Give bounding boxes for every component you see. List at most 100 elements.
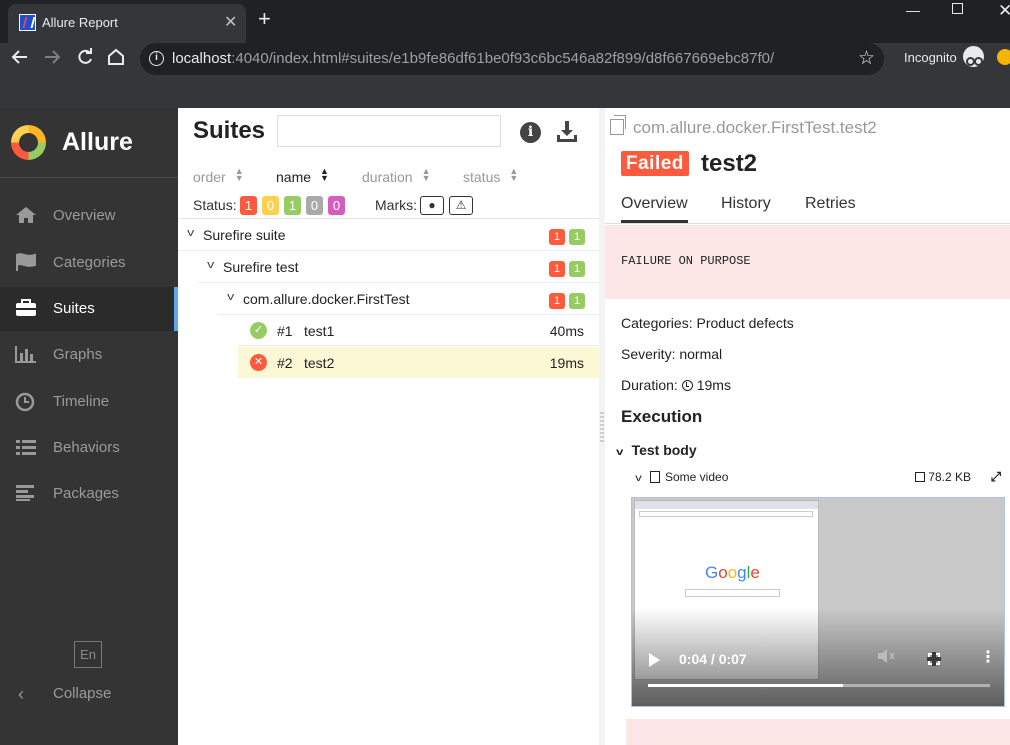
sidebar-item-overview[interactable]: Overview (0, 194, 178, 238)
tab-overview[interactable]: Overview (621, 195, 688, 223)
minimize-button[interactable]: — (906, 2, 920, 18)
sidebar-item-packages[interactable]: Packages (0, 472, 178, 516)
row-counts: 11 (545, 259, 585, 277)
expand-icon[interactable]: ⤢ (991, 469, 1001, 485)
sort-by-order[interactable]: order ▲ ▼ (193, 167, 244, 186)
status-badge: Failed (621, 151, 689, 176)
tree-row-label: com.allure.docker.FirstTest (243, 291, 410, 307)
browser-tab-strip: Allure Report ✕ + — ✕ (0, 0, 1010, 43)
url-text[interactable]: localhost:4040/index.html#suites/e1b9fe8… (172, 50, 774, 67)
sidebar-item-label: Overview (53, 207, 116, 224)
reload-icon[interactable] (75, 47, 95, 73)
align-left-icon (15, 484, 37, 504)
check-circle-icon: ✓ (250, 322, 267, 339)
browser-toolbar: i localhost:4040/index.html#suites/e1b9f… (0, 43, 1010, 108)
play-icon[interactable] (649, 653, 660, 667)
page-title: Suites (193, 117, 266, 144)
collapse-label: Collapse (53, 685, 112, 702)
marks-label: Marks: (375, 197, 417, 213)
tab-history[interactable]: History (721, 195, 771, 213)
allure-favicon-icon (19, 14, 36, 31)
tab-retries[interactable]: Retries (805, 195, 856, 213)
tree-row-label: Surefire suite (203, 227, 286, 243)
window-close-button[interactable]: ✕ (998, 1, 1010, 21)
chevron-left-icon: ‹ (18, 684, 24, 704)
video-player[interactable]: Google 0:04 / 0:07 ⋮ (631, 497, 1005, 707)
allure-logo-icon (11, 125, 46, 160)
browser-tab[interactable]: Allure Report ✕ (8, 4, 246, 43)
video-progress-bar[interactable] (648, 684, 990, 687)
status-passed-toggle[interactable]: 1 (284, 196, 301, 215)
attachment-size: 78.2 KB (915, 470, 971, 484)
sidebar-item-behaviors[interactable]: Behaviors (0, 426, 178, 470)
failure-message-box: FAILURE ON PURPOSE (605, 225, 1010, 299)
test-full-path: com.allure.docker.FirstTest.test2 (610, 115, 877, 138)
brand[interactable]: Allure (0, 108, 178, 178)
warning-icon[interactable]: ⚠ (449, 196, 473, 215)
status-skipped-toggle[interactable]: 0 (306, 196, 323, 215)
sidebar-item-label: Packages (53, 485, 119, 502)
maximize-button[interactable] (952, 3, 963, 14)
forward-arrow-icon[interactable] (42, 47, 62, 73)
incognito-icon[interactable] (963, 46, 984, 67)
tree-row[interactable]: v com.allure.docker.FirstTest 11 (218, 283, 599, 315)
tree-row[interactable]: v Surefire test 11 (198, 251, 599, 283)
sidebar-item-categories[interactable]: Categories (0, 241, 178, 285)
sidebar-item-label: Behaviors (53, 439, 120, 456)
bookmark-star-icon[interactable]: ☆ (858, 47, 875, 70)
status-broken-toggle[interactable]: 0 (262, 196, 279, 215)
test-number: #2 (277, 355, 293, 371)
sort-by-name[interactable]: name ▲ ▼ (276, 167, 329, 186)
video-progress-fill (648, 684, 843, 687)
detail-tabs: Overview History Retries (605, 188, 1010, 224)
sidebar-item-suites[interactable]: Suites (0, 287, 178, 331)
test-row-test2[interactable]: ✕ #2 test2 19ms (238, 347, 599, 378)
back-arrow-icon[interactable] (10, 47, 30, 73)
search-input[interactable] (277, 115, 501, 147)
test-body-toggle[interactable]: v Test body (616, 442, 696, 458)
test-row-test1[interactable]: ✓ #1 test1 40ms (238, 315, 599, 346)
severity-line: Severity: normal (621, 346, 723, 362)
download-icon[interactable] (555, 120, 579, 144)
extension-icon[interactable] (997, 49, 1010, 65)
new-tab-button[interactable]: + (258, 8, 271, 30)
tree-row[interactable]: v Surefire suite 11 (178, 219, 599, 251)
x-circle-icon: ✕ (250, 354, 267, 371)
clock-icon (15, 392, 37, 412)
sidebar-item-graphs[interactable]: Graphs (0, 333, 178, 377)
allure-sidebar: Allure Overview Categories Suites Graphs… (0, 108, 178, 745)
home-icon[interactable] (106, 47, 126, 73)
status-unknown-toggle[interactable]: 0 (328, 196, 345, 215)
video-time: 0:04 / 0:07 (679, 651, 747, 667)
site-info-icon[interactable]: i (149, 51, 164, 66)
incognito-label: Incognito (904, 50, 957, 65)
sort-by-status[interactable]: status ▲ ▼ (463, 167, 518, 186)
info-icon[interactable]: i (520, 122, 541, 143)
sort-by-duration[interactable]: duration ▲ ▼ (362, 167, 431, 186)
list-icon (15, 438, 37, 458)
test-detail-pane: com.allure.docker.FirstTest.test2 Failed… (605, 108, 1010, 745)
address-bar[interactable]: i localhost:4040/index.html#suites/e1b9f… (140, 43, 884, 75)
fullscreen-icon[interactable] (927, 652, 941, 666)
test-title: test2 (701, 150, 758, 177)
mute-icon[interactable] (877, 648, 895, 668)
tree-row-label: Surefire test (223, 259, 299, 275)
clock-icon (681, 380, 693, 391)
failure-message: FAILURE ON PURPOSE (621, 254, 751, 268)
language-button[interactable]: En (74, 641, 102, 668)
attachment-row[interactable]: v Some video 78.2 KB ⤢ (635, 469, 1001, 488)
more-options-icon[interactable]: ⋮ (980, 647, 996, 667)
duration-line: Duration: 19ms (621, 377, 731, 393)
test-duration: 19ms (549, 355, 584, 371)
chevron-down-icon: v (227, 291, 235, 303)
sort-header: order ▲ ▼ name ▲ ▼ duration ▲ ▼ status ▲ ▼ (178, 167, 599, 190)
tab-close-icon[interactable]: ✕ (224, 12, 237, 32)
sidebar-item-timeline[interactable]: Timeline (0, 380, 178, 424)
video-controls: 0:04 / 0:07 ⋮ (632, 608, 1004, 706)
copy-icon[interactable] (610, 115, 626, 135)
collapse-button[interactable]: ‹ Collapse (0, 680, 178, 710)
save-icon[interactable] (915, 472, 926, 482)
bomb-icon[interactable]: ● (420, 196, 444, 215)
status-failed-toggle[interactable]: 1 (240, 196, 257, 215)
drag-handle-icon[interactable] (600, 412, 604, 442)
